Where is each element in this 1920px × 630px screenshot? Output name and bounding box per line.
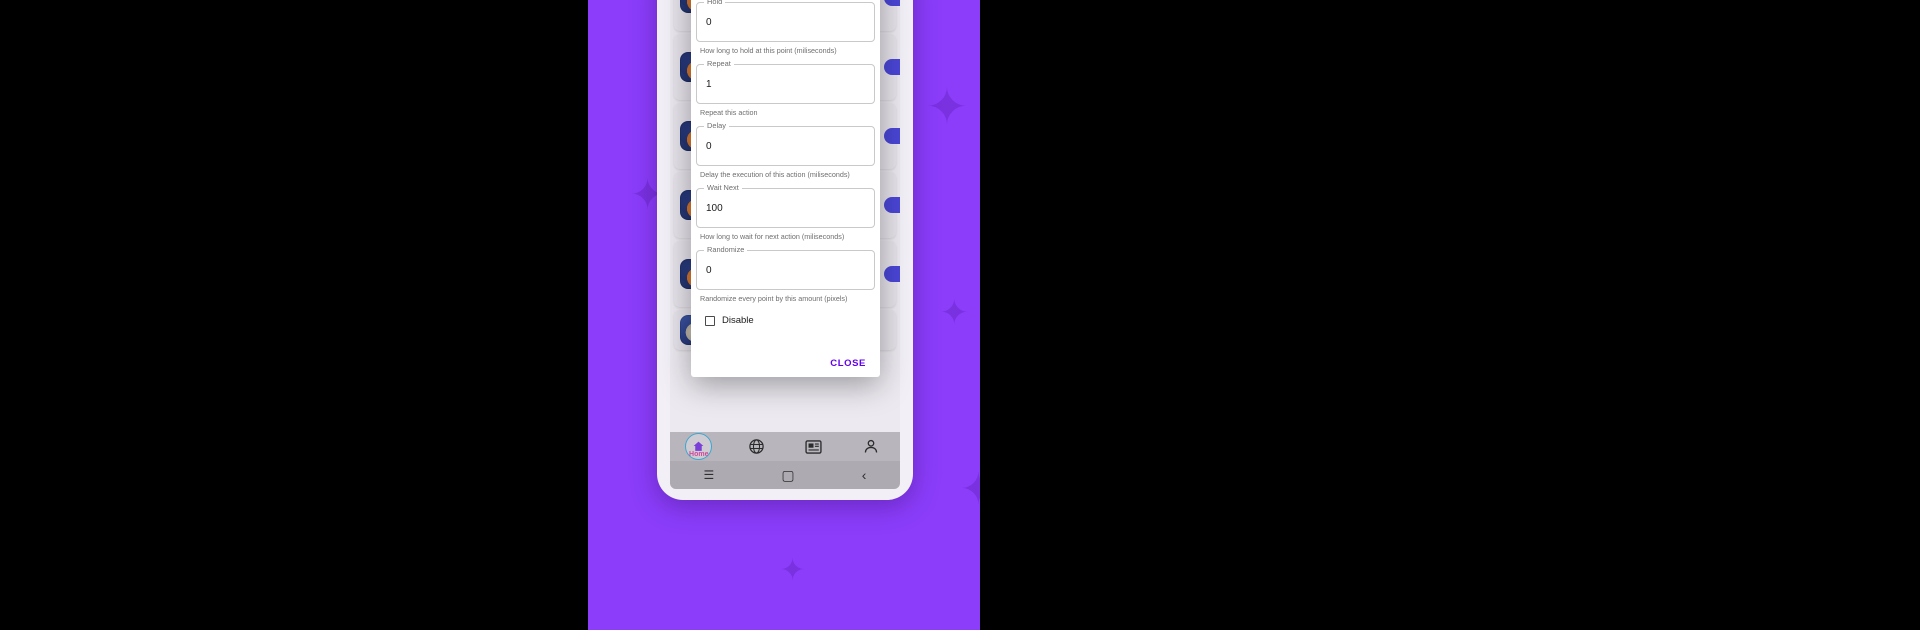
hold-field-label: Hold xyxy=(704,0,726,6)
action-settings-dialog: Where to click on the screen Hold 0 How … xyxy=(691,0,880,377)
hold-field[interactable]: Hold 0 xyxy=(696,0,875,42)
randomize-field[interactable]: Randomize 0 xyxy=(696,245,875,290)
toggle-pill-button[interactable] xyxy=(884,59,900,75)
wait-next-field[interactable]: Wait Next 100 xyxy=(696,183,875,228)
globe-icon xyxy=(749,439,764,454)
menu-icon[interactable]: ☰ xyxy=(704,468,715,482)
disable-checkbox-row[interactable]: Disable xyxy=(705,315,875,326)
randomize-field-label: Randomize xyxy=(704,245,748,254)
globe-tab[interactable] xyxy=(736,432,776,461)
sparkle-icon: ✦ xyxy=(926,79,968,135)
wait-next-field-label: Wait Next xyxy=(704,183,742,192)
repeat-field[interactable]: Repeat 1 xyxy=(696,59,875,104)
person-icon xyxy=(865,439,878,453)
delay-field-value: 0 xyxy=(706,140,712,152)
sparkle-icon: ✦ xyxy=(940,294,969,332)
android-nav-bar: ☰ ▢ ‹ xyxy=(670,461,900,489)
disable-checkbox[interactable] xyxy=(705,315,715,326)
sparkle-icon: ✦ xyxy=(960,465,980,514)
square-icon[interactable]: ▢ xyxy=(781,467,794,484)
delay-field-help: Delay the execution of this action (mili… xyxy=(700,170,850,179)
repeat-field-help: Repeat this action xyxy=(700,108,758,117)
home-tab-label: Home xyxy=(689,451,709,458)
dialog-actions: CLOSE xyxy=(824,353,872,373)
hold-field-help: How long to hold at this point (miliseco… xyxy=(700,46,837,55)
wait-next-field-help: How long to wait for next action (milise… xyxy=(700,232,845,241)
randomize-field-value: 0 xyxy=(706,264,712,276)
home-tab[interactable]: Home xyxy=(679,432,719,461)
news-tab[interactable] xyxy=(794,432,834,461)
chevron-left-icon[interactable]: ‹ xyxy=(862,467,867,483)
wait-next-field-value: 100 xyxy=(706,202,723,214)
article-icon xyxy=(805,439,822,454)
delay-field[interactable]: Delay 0 xyxy=(696,121,875,166)
account-tab[interactable] xyxy=(851,432,891,461)
toggle-pill-button[interactable] xyxy=(884,0,900,6)
toggle-pill-button[interactable] xyxy=(884,197,900,213)
home-icon: Home xyxy=(685,433,713,460)
disable-checkbox-label: Disable xyxy=(722,315,754,326)
sparkle-icon: ✦ xyxy=(780,554,806,587)
toggle-pill-button[interactable] xyxy=(884,128,900,144)
screenshot-root: ✦ ✦ ✦ ✦ ✦ ✦ E E E xyxy=(0,0,1920,630)
toggle-pill-button[interactable] xyxy=(884,266,900,282)
close-button[interactable]: CLOSE xyxy=(824,354,872,373)
hold-field-value: 0 xyxy=(706,16,712,28)
bottom-tab-bar: Home xyxy=(670,432,900,461)
delay-field-label: Delay xyxy=(704,121,729,130)
repeat-field-value: 1 xyxy=(706,78,712,90)
repeat-field-label: Repeat xyxy=(704,59,734,68)
randomize-field-help: Randomize every point by this amount (pi… xyxy=(700,294,848,303)
